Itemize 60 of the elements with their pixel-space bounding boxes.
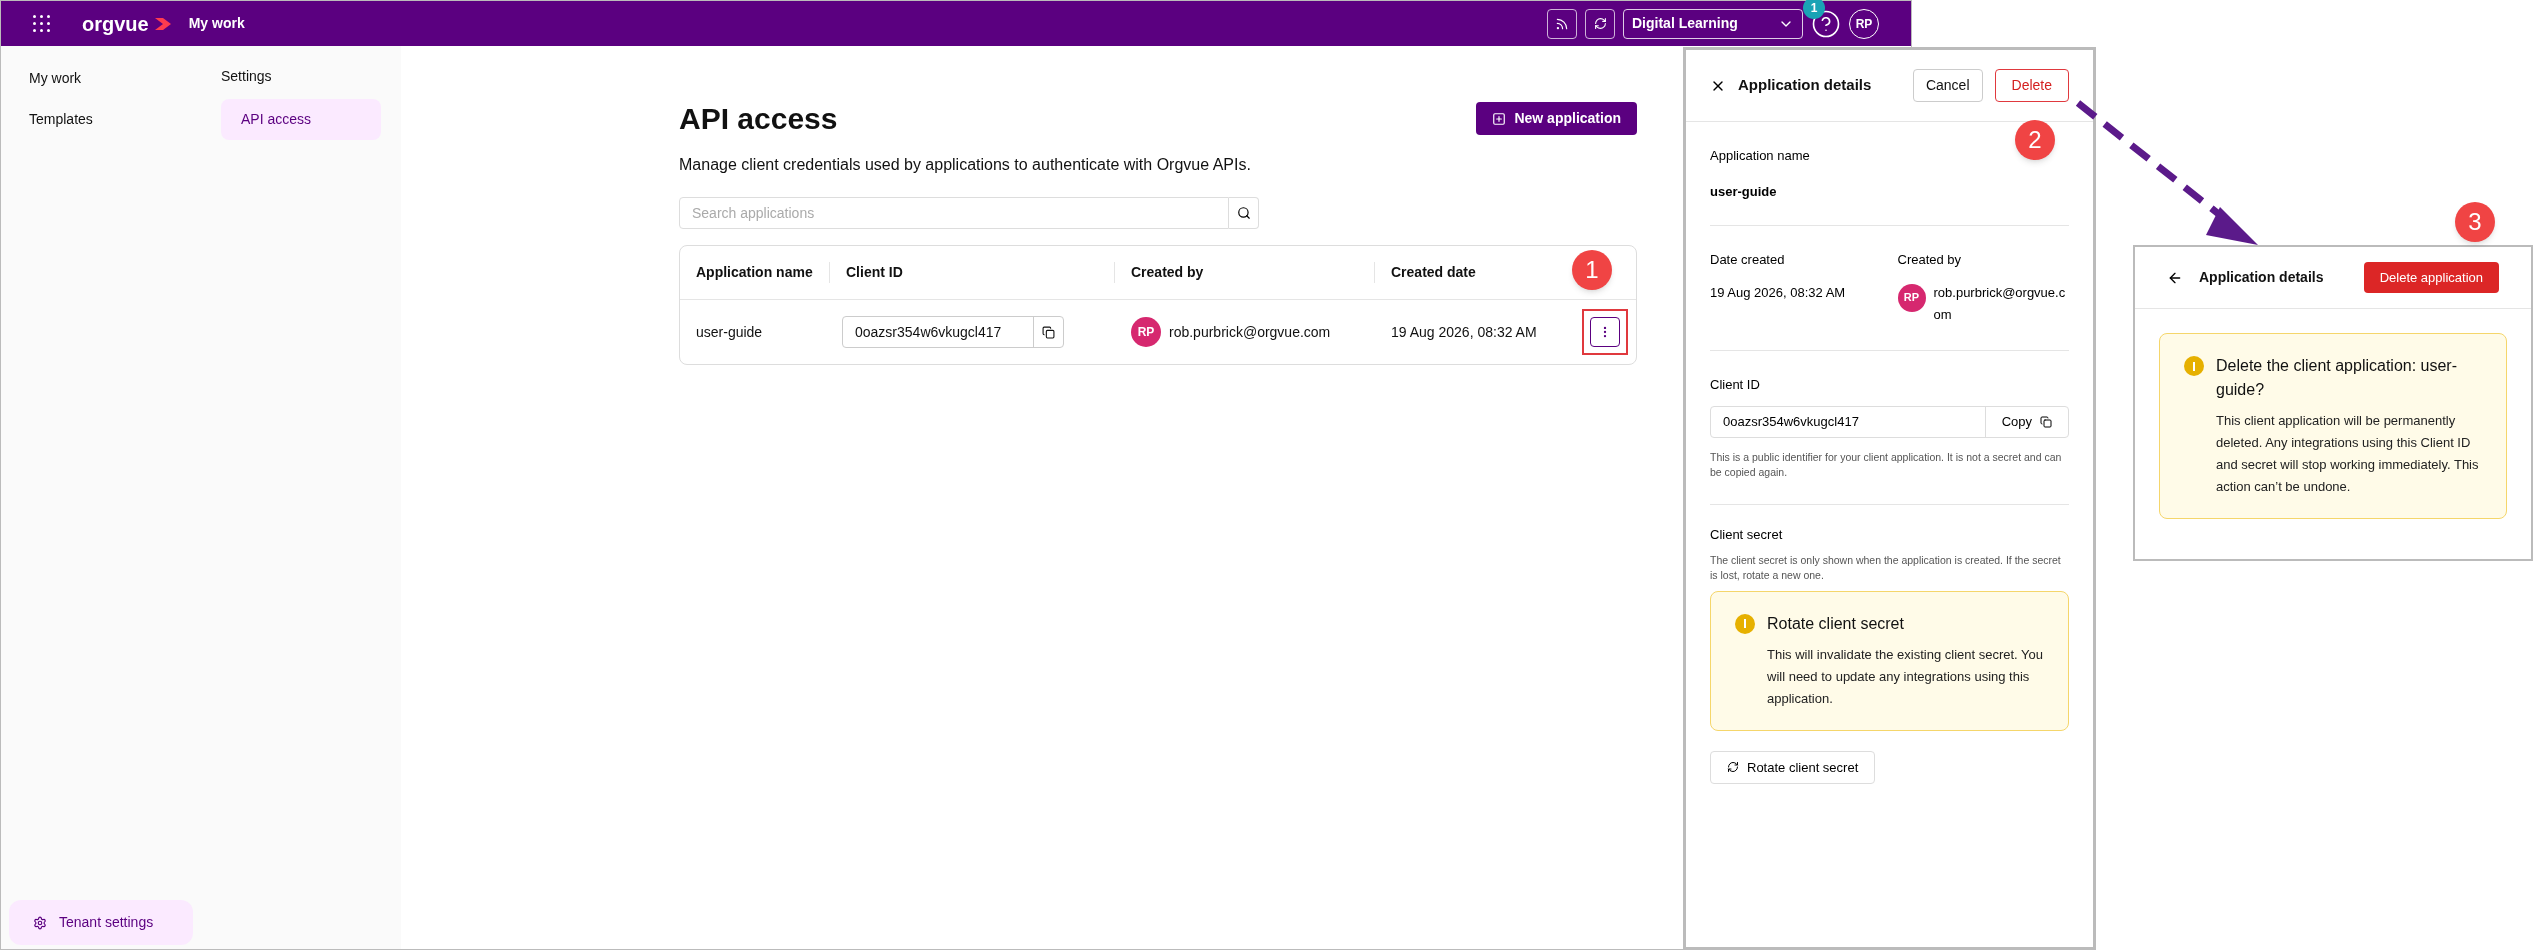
notification-badge: 1 xyxy=(1803,0,1825,19)
help-text: This is a public identifier for your client application. It is not a secret and can be copied again. xyxy=(1710,450,2063,480)
client-id-field[interactable]: 0oazsr354w6vkugcl417 Copy xyxy=(1710,406,2069,438)
column-header: Created by xyxy=(1131,264,1204,280)
nav-item[interactable]: My work xyxy=(9,58,193,99)
alert-title: Rotate client secret xyxy=(1767,613,1905,634)
logo-text: orgvue xyxy=(82,11,149,37)
nav-item[interactable]: Templates xyxy=(9,99,193,140)
settings-item[interactable]: API access xyxy=(221,99,381,140)
signal-icon[interactable] xyxy=(1547,8,1577,39)
copy-glyph-icon xyxy=(1042,325,1055,339)
refresh-icon[interactable] xyxy=(1585,8,1615,39)
page-title: My work xyxy=(188,14,245,33)
app-grid-icon[interactable] xyxy=(33,15,50,32)
refresh-icon xyxy=(1727,761,1739,774)
field-label: Client secret xyxy=(1710,526,1784,544)
table-cell-text: user-guide xyxy=(695,322,764,342)
user-avatar: RP xyxy=(1897,283,1926,312)
copy-icon xyxy=(2040,416,2052,428)
rotate-secret-button[interactable]: Rotate client secret xyxy=(1710,750,1876,784)
page-description: Manage client credentials used by applications to authenticate with Orgvue APIs. xyxy=(679,155,1252,175)
application-name: user-guide xyxy=(1710,182,1778,201)
column-header: Client ID xyxy=(846,264,903,280)
date-created: 19 Aug 2026, 08:32 AM xyxy=(1710,283,1847,302)
column-header: Created date xyxy=(1391,264,1476,280)
search-icon xyxy=(1236,206,1251,220)
gear-icon xyxy=(33,915,47,930)
delete-application-button[interactable]: Delete application xyxy=(2363,261,2499,294)
page-heading: API access xyxy=(679,101,838,137)
workspace-dropdown[interactable]: Digital Learning xyxy=(1623,8,1803,39)
settings-heading: Settings xyxy=(221,67,273,86)
field-label: Client ID xyxy=(1710,375,1761,394)
tenant-settings-item[interactable]: Tenant settings xyxy=(9,900,193,945)
warning-icon xyxy=(1735,613,1755,634)
column-header: Application name xyxy=(696,264,813,280)
search-field[interactable]: Search applications xyxy=(679,197,1229,229)
warning-icon xyxy=(2184,356,2204,376)
alert-message: This will invalidate the existing client secret. You will need to update any integrations using this application. xyxy=(1767,645,2044,708)
plus-square-icon xyxy=(1492,111,1507,126)
alert-title: Delete the client application: user-guide? xyxy=(2216,356,2459,400)
drawer-title: Application details xyxy=(1738,75,1872,96)
field-label: Application name xyxy=(1710,147,1811,165)
help-text: The client secret is only shown when the application is created. If the secret is lost, rotate a new one. xyxy=(1710,552,2062,583)
new-application-button[interactable]: New application xyxy=(1476,102,1637,135)
delete-button[interactable]: Delete xyxy=(1994,69,2069,102)
table-cell-text: rob.purbrick@orgvue.com xyxy=(1169,322,1331,342)
panel-title: Application details xyxy=(2199,268,2324,287)
alert-message: This client application will be permanently deleted. Any integrations using this Client ID and secret will stop working immediately. This action can’t be undone. xyxy=(2216,412,2480,496)
search-button[interactable] xyxy=(1229,197,1259,229)
user-avatar: RP xyxy=(1131,317,1161,347)
step-marker: 1 xyxy=(1572,250,1612,290)
field-label: Created by xyxy=(1897,251,1963,269)
table-cell-text: 19 Aug 2026, 08:32 AM xyxy=(1391,322,1537,342)
cancel-button[interactable]: Cancel xyxy=(1912,69,1983,102)
copy-button[interactable]: Copy xyxy=(1984,407,2068,437)
more-options-button[interactable] xyxy=(1590,317,1620,347)
creator-email: rob.purbrick@orgvue.com xyxy=(1933,283,2067,324)
field-label: Date created xyxy=(1710,251,1786,269)
step-marker: 3 xyxy=(2455,202,2495,242)
client-id-field[interactable]: 0oazsr354w6vkugcl417 xyxy=(842,316,1064,348)
